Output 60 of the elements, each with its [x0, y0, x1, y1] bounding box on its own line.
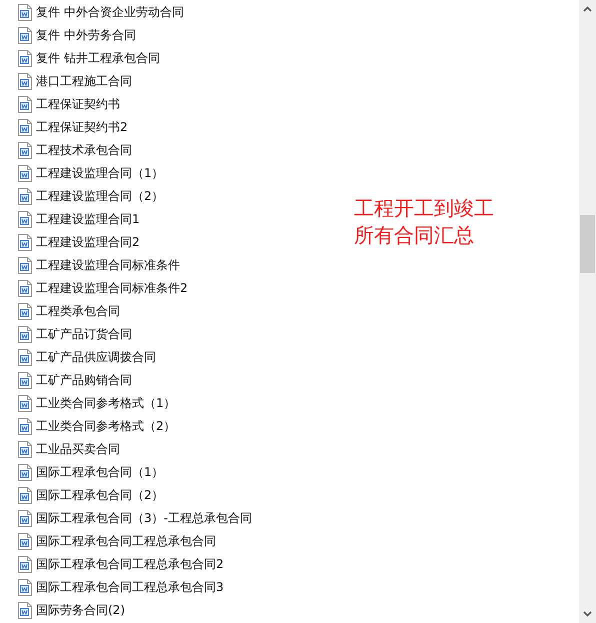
document-icon: [18, 395, 32, 412]
file-name[interactable]: 工矿产品供应调拨合同: [36, 349, 156, 366]
file-name[interactable]: 工程建设监理合同2: [36, 234, 140, 251]
file-name[interactable]: 工程技术承包合同: [36, 142, 132, 159]
document-icon: [18, 510, 32, 527]
document-icon: [18, 280, 32, 297]
file-name[interactable]: 工程保证契约书: [36, 96, 120, 113]
scrollbar[interactable]: [579, 0, 596, 623]
scroll-up-icon[interactable]: [583, 6, 592, 12]
file-name[interactable]: 工程建设监理合同（2）: [36, 188, 164, 205]
document-icon: [18, 234, 32, 251]
note-text: 工程开工到竣工: [354, 195, 494, 222]
file-name[interactable]: 国际工程承包合同工程总承包合同2: [36, 556, 224, 573]
file-name[interactable]: 工程类承包合同: [36, 303, 120, 320]
document-icon: [18, 211, 32, 228]
file-name[interactable]: 国际工程承包合同（1）: [36, 464, 164, 481]
file-name[interactable]: 工程建设监理合同标准条件: [36, 257, 180, 274]
document-icon: [18, 165, 32, 182]
document-icon: [18, 349, 32, 366]
document-icon: [18, 303, 32, 320]
file-name[interactable]: 工矿产品订货合同: [36, 326, 132, 343]
document-icon: [18, 372, 32, 389]
document-icon: [18, 533, 32, 550]
file-name[interactable]: 国际劳务合同(2): [36, 602, 125, 619]
file-name[interactable]: 工程保证契约书2: [36, 119, 128, 136]
file-name[interactable]: 工矿产品购销合同: [36, 372, 132, 389]
document-icon: [18, 119, 32, 136]
document-icon: [18, 556, 32, 573]
scroll-down-icon[interactable]: [583, 611, 592, 617]
document-icon: [18, 257, 32, 274]
file-name[interactable]: 工业品买卖合同: [36, 441, 120, 458]
file-name[interactable]: 工程建设监理合同标准条件2: [36, 280, 188, 297]
document-icon: [18, 418, 32, 435]
document-icon: [18, 602, 32, 619]
document-icon: [18, 326, 32, 343]
file-name[interactable]: 工业类合同参考格式（2）: [36, 418, 176, 435]
document-icon: [18, 487, 32, 504]
file-name[interactable]: 复件 钻井工程承包合同: [36, 50, 160, 67]
file-name[interactable]: 国际工程承包合同工程总承包合同: [36, 533, 216, 550]
document-icon: [18, 96, 32, 113]
document-icon: [18, 464, 32, 481]
document-icon: [18, 441, 32, 458]
file-name[interactable]: 复件 中外劳务合同: [36, 27, 136, 44]
file-name[interactable]: 工程建设监理合同（1）: [36, 165, 164, 182]
note-text: 所有合同汇总: [354, 222, 475, 249]
file-name[interactable]: 工业类合同参考格式（1）: [36, 395, 176, 412]
document-icon: [18, 142, 32, 159]
file-name[interactable]: 国际工程承包合同（2）: [36, 487, 164, 504]
document-icon: [18, 579, 32, 596]
file-name[interactable]: 复件 中外合资企业劳动合同: [36, 4, 184, 21]
document-icon: [18, 188, 32, 205]
scrollbar-thumb[interactable]: [580, 215, 595, 273]
file-name[interactable]: 工程建设监理合同1: [36, 211, 140, 228]
document-icon: [18, 50, 32, 67]
file-name[interactable]: 港口工程施工合同: [36, 73, 132, 90]
document-icon: [18, 73, 32, 90]
document-icon: [18, 27, 32, 44]
file-name[interactable]: 国际工程承包合同工程总承包合同3: [36, 579, 224, 596]
file-name[interactable]: 国际工程承包合同（3）-工程总承包合同: [36, 510, 252, 527]
document-icon: [18, 4, 32, 21]
